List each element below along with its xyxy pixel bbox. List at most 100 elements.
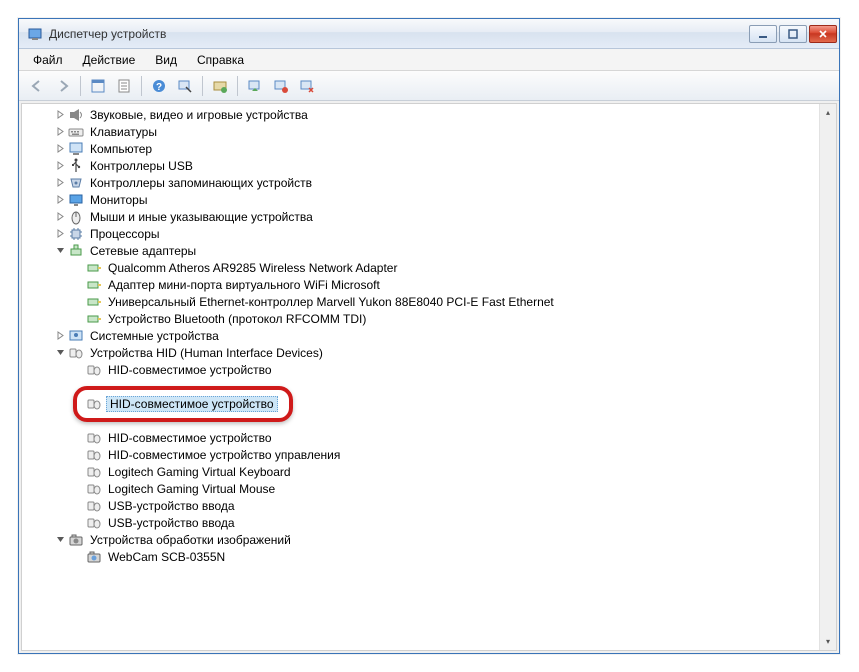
network-icon: [68, 243, 84, 259]
vertical-scrollbar[interactable]: ▴ ▾: [819, 104, 836, 650]
computer-icon: [68, 141, 84, 157]
tree-item[interactable]: Сетевые адаптеры: [26, 242, 836, 259]
disable-button[interactable]: [269, 74, 293, 98]
tree-item[interactable]: HID-совместимое устройство: [26, 361, 836, 378]
properties-button[interactable]: [112, 74, 136, 98]
tree-item[interactable]: Процессоры: [26, 225, 836, 242]
expand-icon[interactable]: [54, 159, 67, 172]
expand-icon[interactable]: [54, 176, 67, 189]
tree-item-label: Адаптер мини-порта виртуального WiFi Mic…: [106, 278, 382, 292]
forward-button[interactable]: [51, 74, 75, 98]
tree-item[interactable]: Устройства HID (Human Interface Devices): [26, 344, 836, 361]
tree-item[interactable]: Клавиатуры: [26, 123, 836, 140]
tree-item-label: Logitech Gaming Virtual Mouse: [106, 482, 277, 496]
expand-icon[interactable]: [54, 125, 67, 138]
menu-action[interactable]: Действие: [73, 51, 146, 69]
tree-item-label: HID-совместимое устройство: [106, 363, 274, 377]
expand-icon[interactable]: [54, 210, 67, 223]
collapse-icon[interactable]: [54, 533, 67, 546]
expand-icon[interactable]: [54, 108, 67, 121]
tree-item[interactable]: USB-устройство ввода: [26, 514, 836, 531]
expander-spacer: [72, 312, 85, 325]
help-button[interactable]: ?: [147, 74, 171, 98]
tree-item-label: HID-совместимое устройство управления: [106, 448, 342, 462]
expander-spacer: [72, 499, 85, 512]
hid-device-icon: [86, 430, 102, 446]
tree-item[interactable]: Звуковые, видео и игровые устройства: [26, 106, 836, 123]
tree-item-label: Системные устройства: [88, 329, 221, 343]
uninstall-button[interactable]: [243, 74, 267, 98]
maximize-button[interactable]: [779, 25, 807, 43]
tree-item[interactable]: Компьютер: [26, 140, 836, 157]
back-button[interactable]: [25, 74, 49, 98]
toolbar-separator: [202, 76, 203, 96]
tree-item-label: Процессоры: [88, 227, 162, 241]
update-driver-button[interactable]: [208, 74, 232, 98]
tree-item-label: Клавиатуры: [88, 125, 159, 139]
expand-icon[interactable]: [54, 142, 67, 155]
scan-hardware-button[interactable]: [173, 74, 197, 98]
menu-file[interactable]: Файл: [23, 51, 73, 69]
tree-item[interactable]: Контроллеры USB: [26, 157, 836, 174]
expand-icon[interactable]: [54, 227, 67, 240]
hid-device-icon: [86, 362, 102, 378]
network-adapter-icon: [86, 294, 102, 310]
tree-item[interactable]: Мыши и иные указывающие устройства: [26, 208, 836, 225]
tree-item-label: Устройства HID (Human Interface Devices): [88, 346, 325, 360]
tree-item[interactable]: Системные устройства: [26, 327, 836, 344]
hid-device-icon: [86, 447, 102, 463]
tree-item-label: Звуковые, видео и игровые устройства: [88, 108, 310, 122]
expander-spacer: [72, 516, 85, 529]
tree-item[interactable]: Контроллеры запоминающих устройств: [26, 174, 836, 191]
tree-item-label: Контроллеры запоминающих устройств: [88, 176, 314, 190]
scroll-track[interactable]: [820, 121, 836, 633]
close-button[interactable]: [809, 25, 837, 43]
tree-item[interactable]: Мониторы: [26, 191, 836, 208]
tree-item[interactable]: USB-устройство ввода: [26, 497, 836, 514]
tree-item[interactable]: WebCam SCB-0355N: [26, 548, 836, 565]
camera-icon: [86, 549, 102, 565]
hid-device-icon: [86, 515, 102, 531]
titlebar[interactable]: Диспетчер устройств: [19, 19, 839, 49]
tree-item[interactable]: Logitech Gaming Virtual Mouse: [26, 480, 836, 497]
enable-button[interactable]: [295, 74, 319, 98]
tree-item[interactable]: HID-совместимое устройство: [26, 429, 836, 446]
expand-icon[interactable]: [54, 193, 67, 206]
tree-item[interactable]: Logitech Gaming Virtual Keyboard: [26, 463, 836, 480]
menu-view[interactable]: Вид: [145, 51, 187, 69]
expander-spacer: [72, 465, 85, 478]
sound-icon: [68, 107, 84, 123]
scroll-down-arrow[interactable]: ▾: [820, 633, 836, 650]
expander-spacer: [72, 278, 85, 291]
device-tree-panel[interactable]: Звуковые, видео и игровые устройства Клав…: [21, 103, 837, 651]
tree-item[interactable]: HID-совместимое устройство управления: [26, 446, 836, 463]
expander-spacer: [72, 482, 85, 495]
tree-item-label: Мониторы: [88, 193, 149, 207]
expander-spacer: [72, 448, 85, 461]
collapse-icon[interactable]: [54, 244, 67, 257]
hid-device-icon: [86, 481, 102, 497]
app-icon: [27, 26, 43, 42]
tree-item-label: Компьютер: [88, 142, 154, 156]
tree-item[interactable]: Адаптер мини-порта виртуального WiFi Mic…: [26, 276, 836, 293]
tree-item-label: Устройства обработки изображений: [88, 533, 293, 547]
expander-spacer: [72, 431, 85, 444]
network-adapter-icon: [86, 311, 102, 327]
tree-item[interactable]: Устройства обработки изображений: [26, 531, 836, 548]
tree-item[interactable]: Универсальный Ethernet-контроллер Marvel…: [26, 293, 836, 310]
tree-item[interactable]: HID-совместимое устройство: [26, 395, 836, 412]
collapse-icon[interactable]: [54, 346, 67, 359]
device-tree: Звуковые, видео и игровые устройства Клав…: [22, 104, 836, 567]
toolbar-separator: [141, 76, 142, 96]
tree-item[interactable]: Qualcomm Atheros AR9285 Wireless Network…: [26, 259, 836, 276]
monitor-icon: [68, 192, 84, 208]
tree-item-label: Устройство Bluetooth (протокол RFCOMM TD…: [106, 312, 368, 326]
expand-icon[interactable]: [54, 329, 67, 342]
menu-help[interactable]: Справка: [187, 51, 254, 69]
tree-item-label: Контроллеры USB: [88, 159, 195, 173]
minimize-button[interactable]: [749, 25, 777, 43]
show-hidden-button[interactable]: [86, 74, 110, 98]
scroll-up-arrow[interactable]: ▴: [820, 104, 836, 121]
tree-item[interactable]: Устройство Bluetooth (протокол RFCOMM TD…: [26, 310, 836, 327]
expander-spacer: [72, 295, 85, 308]
